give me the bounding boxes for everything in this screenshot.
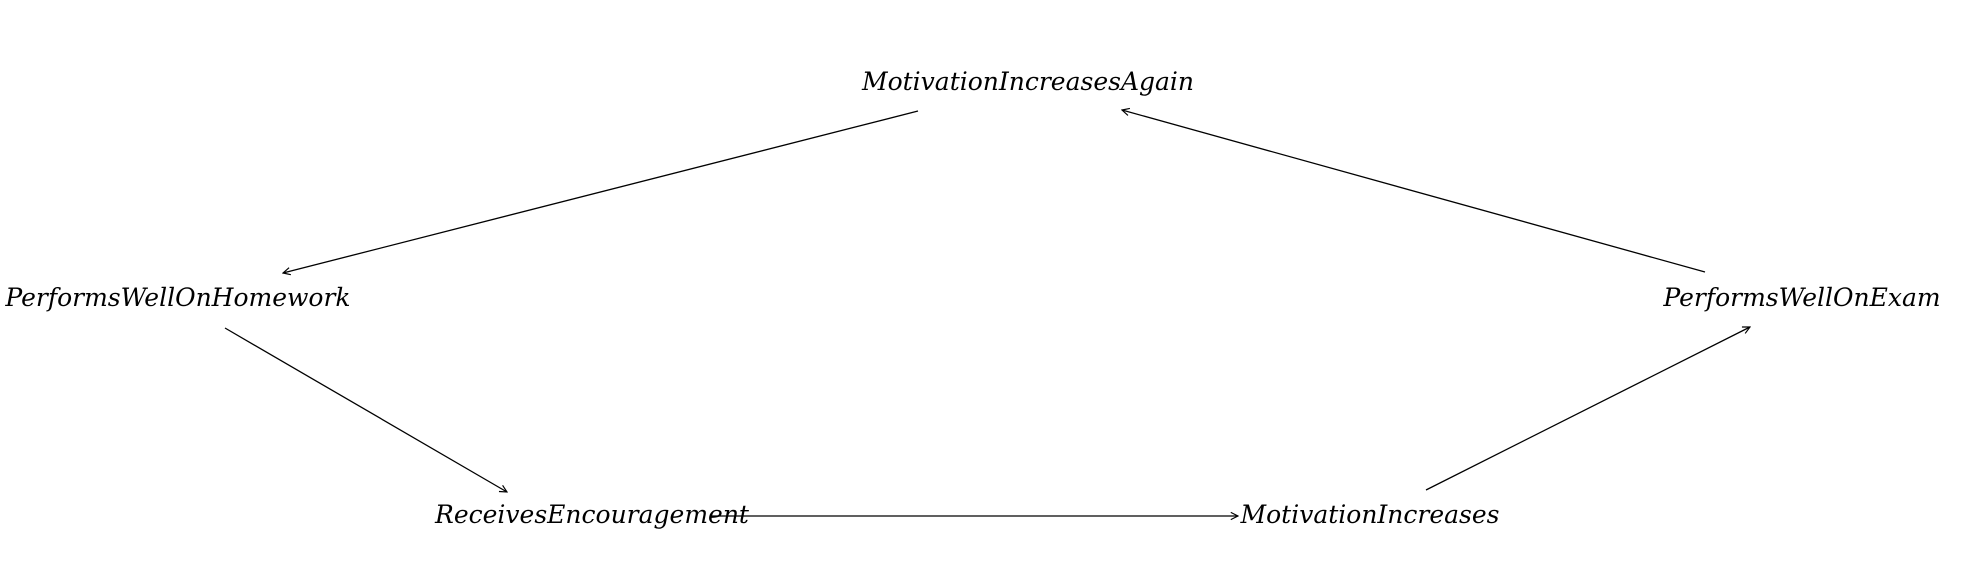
node-motivation-increases-again: MotivationIncreasesAgain — [861, 67, 1194, 96]
edge-motivation-to-exam — [1425, 327, 1750, 491]
edge-motivation-again-to-homework — [283, 110, 919, 273]
node-performs-well-on-homework: PerformsWellOnHomework — [4, 283, 350, 312]
edge-homework-to-encouragement — [224, 327, 507, 492]
node-receives-encouragement: ReceivesEncouragement — [434, 500, 750, 529]
cycle-diagram: MotivationIncreasesAgain PerformsWellOnH… — [4, 67, 1940, 529]
node-performs-well-on-exam: PerformsWellOnExam — [1662, 283, 1940, 312]
node-motivation-increases: MotivationIncreases — [1240, 500, 1500, 529]
edge-exam-to-motivation-again — [1122, 110, 1706, 273]
